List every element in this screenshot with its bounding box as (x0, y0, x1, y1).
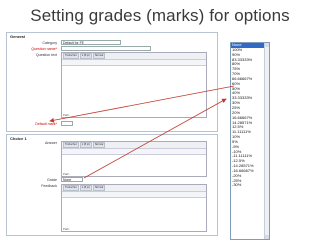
annotation-arrows (49, 85, 235, 179)
arrow-to-default-mark (49, 85, 235, 123)
